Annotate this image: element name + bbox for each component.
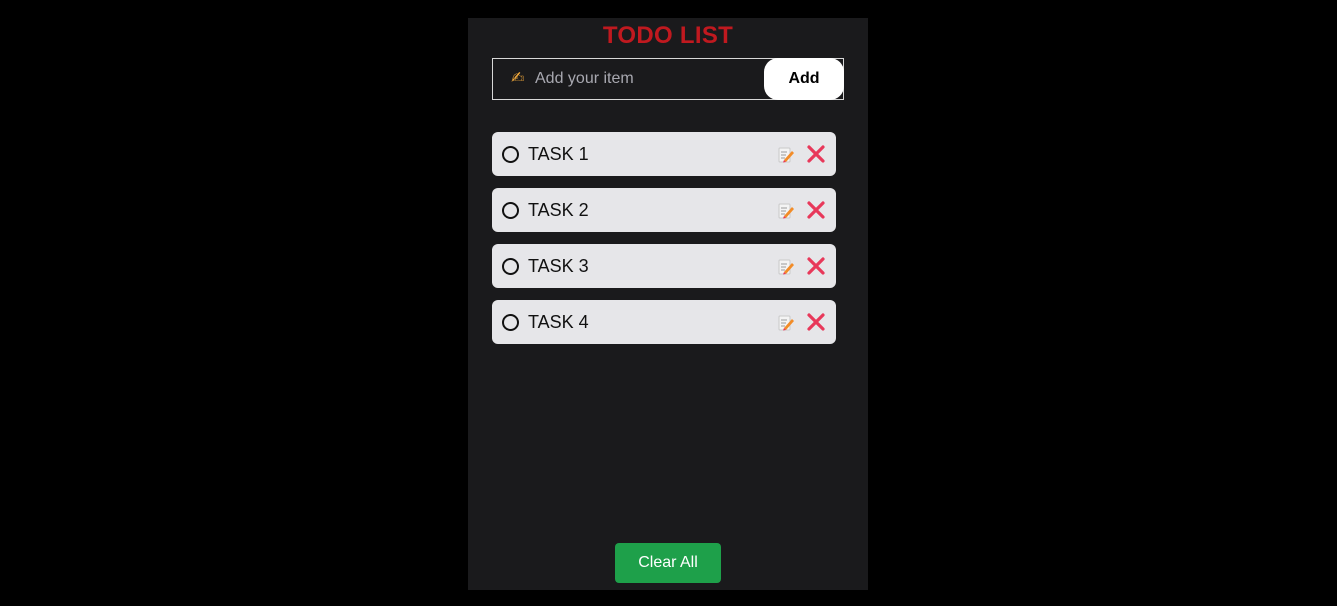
circle-outline-icon[interactable]: [502, 202, 519, 219]
add-item-form: ✍ Add: [492, 58, 844, 100]
task-label: TASK 1: [528, 144, 589, 164]
edit-memo-icon[interactable]: [778, 146, 794, 163]
circle-outline-icon[interactable]: [502, 314, 519, 331]
circle-outline-icon[interactable]: [502, 146, 519, 163]
cross-icon[interactable]: [806, 312, 826, 332]
task-item: TASK 3: [492, 244, 836, 288]
todo-panel: TODO LIST ✍ Add TASK 1 TASK 2: [468, 18, 868, 590]
cross-icon[interactable]: [806, 200, 826, 220]
task-label: TASK 3: [528, 256, 589, 276]
cross-icon[interactable]: [806, 144, 826, 164]
edit-memo-icon[interactable]: [778, 258, 794, 275]
cross-icon[interactable]: [806, 256, 826, 276]
task-label: TASK 2: [528, 200, 589, 220]
task-item: TASK 2: [492, 188, 836, 232]
edit-memo-icon[interactable]: [778, 314, 794, 331]
task-label: TASK 4: [528, 312, 589, 332]
circle-outline-icon[interactable]: [502, 258, 519, 275]
page-title: TODO LIST: [602, 22, 734, 49]
writing-hand-icon: ✍: [511, 70, 525, 87]
edit-memo-icon[interactable]: [778, 202, 794, 219]
add-button[interactable]: Add: [764, 58, 844, 100]
task-item: TASK 1: [492, 132, 836, 176]
task-item: TASK 4: [492, 300, 836, 344]
add-item-input[interactable]: [535, 68, 755, 90]
clear-all-button[interactable]: Clear All: [615, 543, 721, 583]
